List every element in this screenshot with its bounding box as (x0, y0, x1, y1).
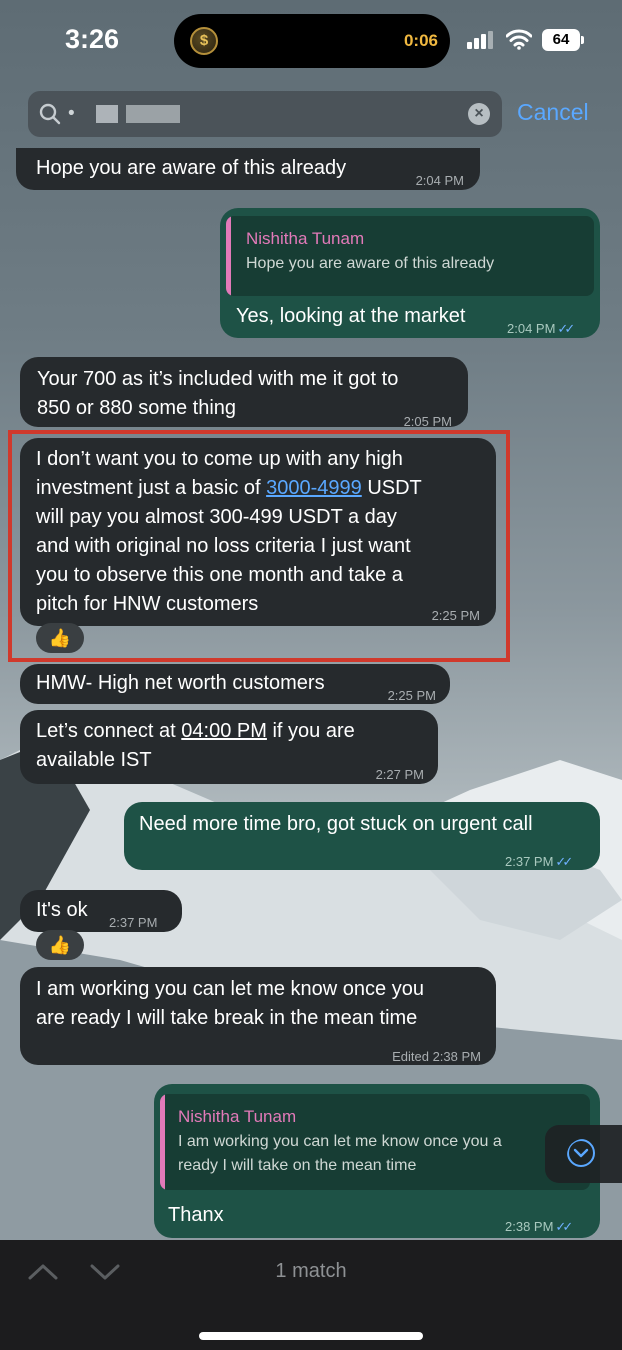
status-bar: 3:26 $ 0:06 64 (0, 0, 622, 84)
clear-icon[interactable]: × (468, 103, 490, 125)
cancel-button[interactable]: Cancel (517, 99, 589, 126)
message-time: 2:37 PM (505, 854, 554, 869)
search-query: • (68, 103, 76, 124)
message-text: It's ok (36, 899, 88, 921)
message-text: Need more time bro, got stuck on urgent … (139, 813, 533, 835)
message-time: 2:25 PM (431, 608, 480, 623)
message-bubble-incoming[interactable]: I am working you can let me know once yo… (20, 967, 496, 1065)
message-time: 2:27 PM (375, 767, 424, 782)
match-count: 1 match (275, 1260, 347, 1282)
message-text: available IST (36, 749, 152, 771)
message-text: Let’s connect at 04:00 PM if you are (36, 720, 355, 742)
search-icon (39, 103, 61, 125)
wifi-icon (506, 29, 532, 50)
search-input[interactable]: • × (28, 91, 502, 137)
message-bubble-outgoing[interactable]: Nishitha Tunam Hope you are aware of thi… (220, 208, 600, 338)
read-receipt-icon: ✓✓ (557, 321, 575, 336)
message-time: 2:05 PM (403, 414, 452, 429)
message-bubble-incoming[interactable]: Hope you are aware of this already 2:04 … (16, 148, 480, 190)
message-time: 2:04 PM (507, 321, 556, 336)
chevron-down-icon (567, 1139, 595, 1167)
call-timer: 0:06 (403, 31, 438, 50)
scroll-to-bottom-button[interactable] (545, 1125, 622, 1183)
reply-quote[interactable]: Nishitha Tunam Hope you are aware of thi… (226, 216, 594, 296)
home-indicator[interactable] (199, 1332, 423, 1340)
message-bubble-incoming[interactable]: Your 700 as it’s included with me it got… (20, 357, 468, 429)
message-text: I am working you can let me know once yo… (36, 978, 424, 1000)
reply-text: ready I will take on the mean time (178, 1157, 417, 1174)
coin-icon: $ (190, 27, 218, 55)
message-text: HMW- High net worth customers (36, 672, 325, 694)
status-time: 3:26 (65, 24, 120, 54)
message-bubble-incoming[interactable]: Let’s connect at 04:00 PM if you are ava… (20, 710, 438, 784)
amount-link[interactable]: 3000-4999 (266, 477, 362, 499)
battery-icon: 64 (542, 29, 584, 51)
thumbs-up-reaction-icon[interactable]: 👍 (36, 930, 84, 960)
message-text: are ready I will take break in the mean … (36, 1007, 418, 1029)
reply-sender-name: Nishitha Tunam (246, 229, 365, 248)
message-text: 850 or 880 some thing (37, 397, 237, 419)
message-time: 2:38 PM (505, 1219, 554, 1234)
message-text: you to observe this one month and take a (36, 564, 403, 586)
reply-sender-name: Nishitha Tunam (178, 1107, 297, 1126)
message-text: Yes, looking at the market (236, 305, 466, 327)
message-text: will pay you almost 300-499 USDT a day (36, 506, 397, 528)
message-time: 2:04 PM (415, 173, 464, 188)
time-link[interactable]: 04:00 PM (181, 720, 267, 742)
message-text: Hope you are aware of this already (36, 157, 347, 179)
message-bubble-incoming[interactable]: I don’t want you to come up with any hig… (20, 438, 496, 626)
read-receipt-icon: ✓✓ (555, 1219, 573, 1234)
message-bubble-outgoing[interactable]: Need more time bro, got stuck on urgent … (124, 802, 600, 870)
message-bubble-incoming[interactable]: It's ok 2:37 PM (20, 890, 182, 932)
message-text: pitch for HNW customers (36, 593, 259, 615)
pixelated-query (96, 105, 118, 123)
message-text: Your 700 as it’s included with me it got… (37, 368, 399, 390)
search-results-bar: 1 match (0, 1240, 622, 1350)
message-time: 2:25 PM (387, 688, 436, 703)
message-text: Thanx (168, 1204, 224, 1226)
message-time: Edited 2:38 PM (392, 1049, 481, 1064)
reply-text: I am working you can let me know once yo… (178, 1133, 502, 1150)
thumbs-up-reaction-icon[interactable]: 👍 (36, 623, 84, 653)
message-text: investment just a basic of 3000-4999 USD… (36, 477, 422, 499)
message-bubble-outgoing[interactable]: Nishitha Tunam I am working you can let … (154, 1084, 600, 1238)
message-text: I don’t want you to come up with any hig… (36, 448, 403, 470)
reply-text: Hope you are aware of this already (246, 255, 495, 272)
message-time: 2:37 PM (109, 915, 158, 930)
signal-icon (467, 31, 493, 49)
reply-quote[interactable]: Nishitha Tunam I am working you can let … (160, 1094, 590, 1190)
read-receipt-icon: ✓✓ (555, 854, 573, 869)
battery-level: 64 (542, 29, 580, 51)
message-bubble-incoming[interactable]: HMW- High net worth customers 2:25 PM (20, 664, 450, 704)
message-text: and with original no loss criteria I jus… (36, 535, 411, 557)
dynamic-island[interactable]: $ 0:06 (174, 14, 450, 68)
